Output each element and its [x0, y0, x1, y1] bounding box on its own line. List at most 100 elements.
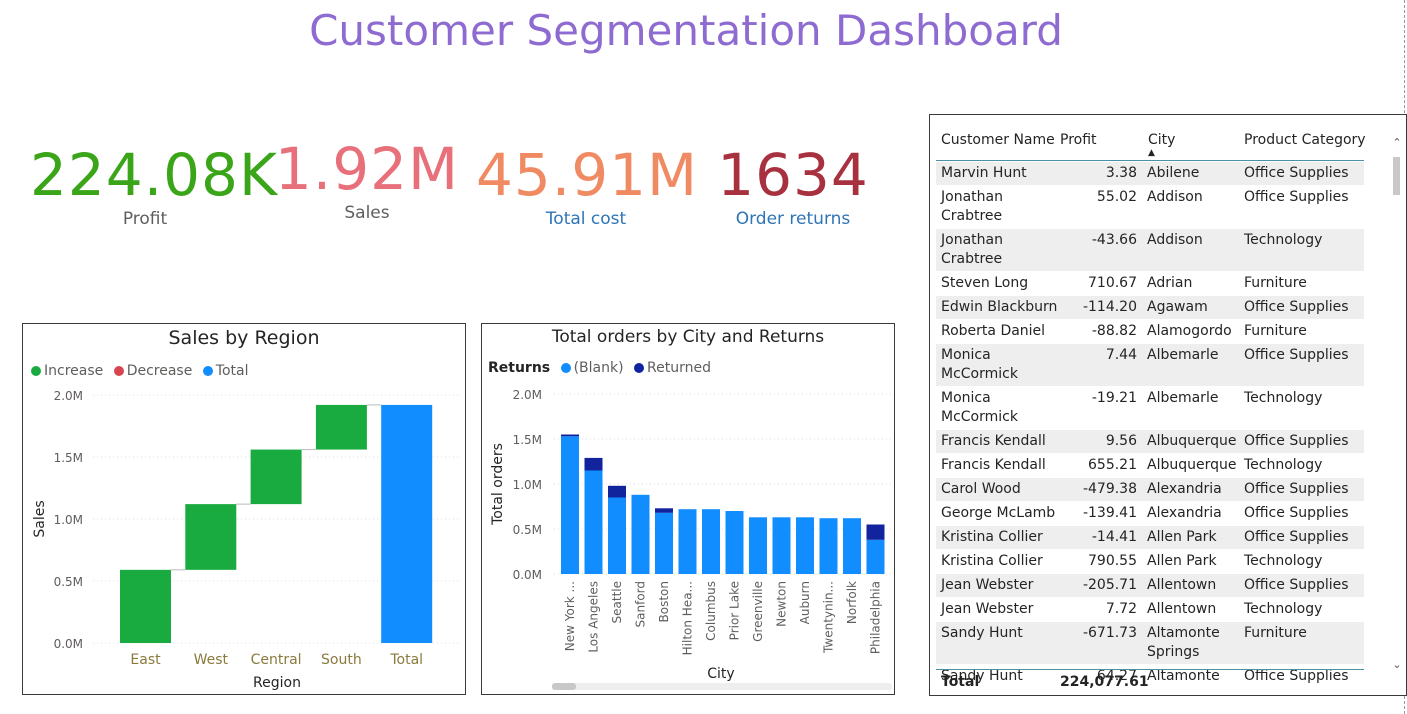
cell-customer-name-line: McCormick — [941, 409, 1018, 425]
cell-city-line: Allen Park — [1147, 553, 1217, 569]
x-tick-label: Prior Lake — [728, 581, 742, 640]
cell-customer-name-line: Monica — [941, 390, 991, 406]
waterfall-bar[interactable] — [315, 404, 367, 450]
vertical-scrollbar[interactable]: ⌃ ⌄ — [1390, 133, 1404, 673]
bar-segment[interactable] — [608, 497, 626, 575]
sales-by-region-chart[interactable]: Sales by Region Increase Decrease Total … — [22, 323, 466, 695]
y-tick-label: 0.0M — [54, 637, 83, 651]
cell-city-line: Albuquerque — [1147, 457, 1237, 473]
kpi-order-returns-card[interactable]: 1634 Order returns — [703, 143, 883, 229]
scroll-up-icon[interactable]: ⌃ — [1392, 136, 1401, 149]
bar-segment[interactable] — [866, 539, 885, 574]
customer-table[interactable]: Customer Name Profit City ▲ Product Cate… — [929, 114, 1407, 696]
bar-segment[interactable] — [631, 494, 650, 574]
cell-city-line: Adrian — [1147, 275, 1193, 291]
column-header-profit[interactable]: Profit — [1060, 132, 1097, 148]
table-row[interactable]: Jonathan Crabtree 55.02 Addison Office Suppl… — [936, 186, 1364, 229]
bar-segment[interactable] — [772, 517, 791, 574]
bar-segment[interactable] — [749, 517, 767, 574]
cell-city: Addison — [1147, 231, 1241, 250]
table-row[interactable]: Kristina Collier 790.55 Allen Park Technolo… — [936, 550, 1364, 574]
kpi-total-cost-card[interactable]: 45.91M Total cost — [476, 143, 697, 229]
cell-city-line: Albuquerque — [1147, 433, 1237, 449]
cell-profit: 55.02 — [1096, 189, 1137, 205]
table-row[interactable]: Jean Webster -205.71 Allentown Office Suppl… — [936, 574, 1364, 598]
waterfall-bar[interactable] — [185, 504, 237, 570]
bar-segment[interactable] — [866, 524, 885, 540]
y-tick-label: 1.5M — [54, 451, 83, 465]
bar-segment[interactable] — [655, 512, 673, 574]
cell-customer-name: Monica McCormick — [941, 389, 1059, 427]
cell-product-category: Office Supplies — [1244, 529, 1349, 545]
cell-profit: -19.21 — [1091, 390, 1137, 406]
horizontal-scrollbar-thumb[interactable] — [552, 683, 576, 690]
x-tick-label: Los Angeles — [587, 581, 601, 653]
cell-customer-name: Marvin Hunt — [941, 164, 1059, 183]
x-axis-title: City — [707, 666, 734, 682]
table-row[interactable]: Monica McCormick 7.44 Albemarle Office Suppl… — [936, 344, 1364, 387]
bar-segment[interactable] — [655, 508, 673, 513]
orders-by-city-chart[interactable]: Total orders by City and Returns Returns… — [481, 323, 895, 695]
table-row[interactable]: Jonathan Crabtree -43.66 Addison Technology — [936, 229, 1364, 272]
bar-segment[interactable] — [608, 485, 626, 498]
column-header-product-category[interactable]: Product Category — [1244, 132, 1366, 148]
table-row[interactable]: Kristina Collier -14.41 Allen Park Office S… — [936, 526, 1364, 550]
y-tick-label: 1.0M — [513, 478, 542, 492]
bar-segment[interactable] — [561, 436, 579, 574]
cell-city: Albemarle — [1147, 346, 1241, 365]
cell-profit: 655.21 — [1088, 457, 1137, 473]
cell-product-category: Office Supplies — [1244, 165, 1349, 181]
cell-customer-name-line: Edwin Blackburn — [941, 299, 1058, 315]
waterfall-bar[interactable] — [381, 404, 433, 643]
kpi-sales-value: 1.92M — [274, 135, 460, 203]
vertical-scrollbar-thumb[interactable] — [1393, 157, 1400, 195]
column-header-city[interactable]: City — [1148, 132, 1175, 148]
bar-segment[interactable] — [584, 457, 603, 471]
bar-segment[interactable] — [678, 509, 697, 574]
table-row[interactable]: Roberta Daniel -88.82 Alamogordo Furniture — [936, 320, 1364, 344]
cell-customer-name-line: Roberta Daniel — [941, 323, 1046, 339]
table-row[interactable]: Francis Kendall 655.21 Albuquerque Technolo… — [936, 454, 1364, 478]
waterfall-bar[interactable] — [250, 449, 302, 505]
cell-profit: -205.71 — [1082, 577, 1137, 593]
cell-customer-name: Roberta Daniel — [941, 322, 1059, 341]
kpi-profit-card[interactable]: 224.08K Profit — [30, 141, 278, 229]
x-tick-label: South — [321, 652, 362, 668]
cell-customer-name-line: Monica — [941, 347, 991, 363]
cell-product-category: Office Supplies — [1244, 347, 1349, 363]
bar-segment[interactable] — [702, 509, 720, 574]
bar-segment[interactable] — [796, 517, 814, 574]
table-row[interactable]: Steven Long 710.67 Adrian Furniture — [936, 272, 1364, 296]
cell-profit: 3.38 — [1105, 165, 1137, 181]
cell-customer-name-line: Kristina Collier — [941, 529, 1043, 545]
page-title: Customer Segmentation Dashboard — [309, 6, 1063, 55]
bar-segment[interactable] — [561, 434, 579, 437]
table-row[interactable]: Marvin Hunt 3.38 Abilene Office Supplies — [936, 162, 1364, 186]
table-row[interactable]: Edwin Blackburn -114.20 Agawam Office Suppl… — [936, 296, 1364, 320]
table-row[interactable]: Jean Webster 7.72 Allentown Technology — [936, 598, 1364, 622]
kpi-sales-card[interactable]: 1.92M Sales — [272, 137, 462, 223]
bar-segment[interactable] — [843, 518, 861, 574]
table-row[interactable]: Carol Wood -479.38 Alexandria Office Suppli… — [936, 478, 1364, 502]
cell-profit: 710.67 — [1088, 275, 1137, 291]
kpi-profit-value: 224.08K — [30, 141, 278, 209]
cell-city-line: Allen Park — [1147, 529, 1217, 545]
bar-segment[interactable] — [725, 511, 744, 574]
horizontal-scrollbar-track[interactable] — [552, 683, 892, 690]
cell-city-line: Altamonte — [1147, 625, 1220, 641]
table-row[interactable]: George McLamb -139.41 Alexandria Office Sup… — [936, 502, 1364, 526]
bar-segment[interactable] — [584, 470, 603, 575]
column-header-customer-name[interactable]: Customer Name — [941, 132, 1055, 148]
bar-segment[interactable] — [819, 518, 838, 574]
table-row[interactable]: Monica McCormick -19.21 Albemarle Technology — [936, 387, 1364, 430]
cell-city: Allentown — [1147, 576, 1241, 595]
scroll-down-icon[interactable]: ⌄ — [1392, 658, 1401, 671]
table-row[interactable]: Francis Kendall 9.56 Albuquerque Office Sup… — [936, 430, 1364, 454]
cell-product-category: Furniture — [1244, 323, 1307, 339]
cell-customer-name: Monica McCormick — [941, 346, 1059, 384]
cell-city-line: Springs — [1147, 644, 1200, 660]
table-row[interactable]: Sandy Hunt -671.73 Altamonte Springs Furnitu… — [936, 622, 1364, 665]
waterfall-bar[interactable] — [120, 569, 171, 643]
y-tick-label: 0.5M — [54, 575, 83, 589]
cell-customer-name-line: Crabtree — [941, 208, 1003, 224]
